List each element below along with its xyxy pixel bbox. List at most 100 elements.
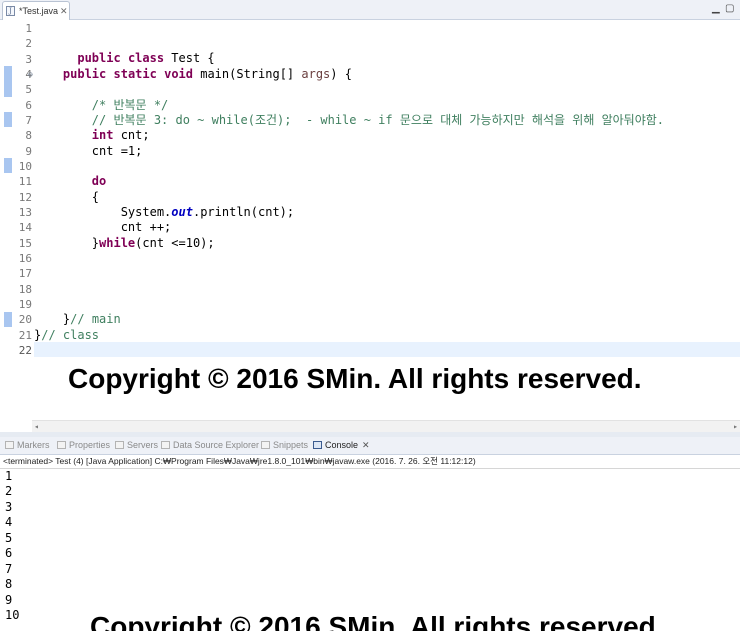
console-output[interactable]: 1 2 3 4 5 6 7 8 9 10 Copyright © 2016 SM… [0, 468, 740, 631]
tab-label: Data Source Explorer [173, 440, 260, 450]
java-file-icon: J [6, 6, 15, 16]
code-line: }// main [34, 312, 121, 327]
code-editor[interactable]: 1 2 3 4 5 6 7 8 9 10 11 12 13 14 15 16 1… [0, 20, 740, 432]
code-text: } [91, 236, 100, 250]
properties-icon [57, 441, 66, 449]
code-line: }while(cnt <=10); [34, 236, 215, 251]
line-number: 16 [18, 252, 32, 265]
scroll-right-icon[interactable]: ▸ [733, 421, 738, 432]
line-number: 20 [18, 313, 32, 326]
tab-console[interactable]: Console ✕ [313, 437, 370, 454]
keyword: do [91, 174, 107, 188]
keyword: class [127, 51, 165, 66]
keyword: public [62, 67, 107, 81]
tab-markers[interactable]: Markers [5, 437, 50, 454]
close-icon[interactable]: ✕ [60, 2, 68, 20]
code-line: }// class [34, 328, 99, 343]
code-area[interactable]: public class Test { public static void m… [34, 20, 740, 420]
console-line: 7 [5, 562, 13, 576]
line-number: 18 [18, 283, 32, 296]
code-text: cnt ++; [120, 220, 172, 234]
code-line: { [34, 190, 99, 205]
console-process-label: <terminated> Test (4) [Java Application]… [3, 456, 476, 466]
line-number: 19 [18, 298, 32, 311]
line-number: 21 [18, 329, 32, 342]
code-text: main(String[] [193, 67, 302, 81]
keyword: void [164, 67, 193, 81]
comment: // 반복문 3: do ~ while(조건); - while ~ if 문… [91, 113, 665, 127]
keyword: int [91, 128, 114, 142]
code-text: cnt; [113, 128, 150, 142]
line-number: 3 [25, 53, 32, 66]
code-line: public class Test { [34, 36, 214, 65]
code-line: int cnt; [34, 128, 150, 143]
console-line: 10 [5, 608, 20, 622]
keyword: public [77, 51, 121, 66]
snippets-icon [261, 441, 270, 449]
code-text: ) { [330, 67, 352, 81]
collapse-icon[interactable]: ⊖ [28, 70, 33, 80]
code-line: System.out.println(cnt); [34, 205, 294, 220]
keyword: static [113, 67, 157, 81]
tab-data-source-explorer[interactable]: Data Source Explorer [161, 437, 259, 454]
console-line: 4 [5, 515, 13, 529]
code-text: cnt =1; [91, 144, 143, 158]
console-line: 2 [5, 484, 13, 498]
code-line: cnt =1; [34, 144, 143, 159]
database-icon [161, 441, 170, 449]
copyright-watermark: Copyright © 2016 SMin. All rights reserv… [90, 611, 664, 631]
line-number: 15 [18, 237, 32, 250]
tab-label: Snippets [273, 440, 309, 450]
scroll-left-icon[interactable]: ◂ [34, 421, 39, 432]
line-number: 22 [18, 344, 32, 357]
markers-icon [5, 441, 14, 449]
line-number: 6 [25, 99, 32, 112]
editor-tab-test-java[interactable]: J *Test.java ✕ [2, 1, 70, 20]
horizontal-scrollbar[interactable]: ◂ ▸ [32, 420, 740, 432]
code-text: .println(cnt); [192, 205, 295, 219]
console-line: 5 [5, 531, 13, 545]
line-number: 7 [25, 114, 32, 127]
tab-label: Markers [17, 440, 50, 450]
console-line: 1 [5, 469, 13, 483]
comment: // class [41, 328, 100, 342]
console-line: 8 [5, 577, 13, 591]
code-line: public static void main(String[] args) { [34, 67, 352, 82]
maximize-icon[interactable]: ▢ [725, 2, 734, 16]
editor-tab-bar: J *Test.java ✕ ▁ ▢ [0, 0, 740, 20]
line-number: 12 [18, 191, 32, 204]
code-line: do [34, 174, 106, 189]
tab-snippets[interactable]: Snippets [261, 437, 308, 454]
tab-label: Properties [69, 440, 111, 450]
servers-icon [115, 441, 124, 449]
parameter-name: args [301, 67, 331, 81]
comment: // main [70, 312, 121, 326]
line-number: 5 [25, 83, 32, 96]
line-number-gutter[interactable]: 1 2 3 4 5 6 7 8 9 10 11 12 13 14 15 16 1… [4, 20, 33, 420]
code-text: { [91, 190, 100, 204]
minimize-icon[interactable]: ▁ [712, 2, 720, 16]
tab-label: Console [325, 440, 359, 450]
code-text: System. [120, 205, 172, 219]
tab-servers[interactable]: Servers [115, 437, 158, 454]
views-tab-bar: Markers Properties Servers Data Source E… [0, 437, 740, 455]
static-field: out [171, 205, 193, 219]
line-number: 10 [18, 160, 32, 173]
copyright-watermark: Copyright © 2016 SMin. All rights reserv… [68, 363, 642, 394]
keyword: while [99, 236, 136, 250]
line-number: 8 [25, 129, 32, 142]
code-text: (cnt <=10); [135, 236, 215, 250]
console-line: 9 [5, 593, 13, 607]
tab-properties[interactable]: Properties [57, 437, 110, 454]
editor-tab-label: *Test.java [19, 6, 59, 16]
line-number: 9 [25, 145, 32, 158]
console-line: 3 [5, 500, 13, 514]
code-line: cnt ++; [34, 220, 172, 235]
code-line: // 반복문 3: do ~ while(조건); - while ~ if 문… [34, 113, 664, 128]
comment: /* 반복문 */ [91, 98, 169, 112]
code-text: Test { [164, 51, 215, 66]
close-icon[interactable]: ✕ [362, 440, 370, 450]
line-number: 14 [18, 221, 32, 234]
line-number: 11 [18, 175, 32, 188]
line-number: 2 [25, 37, 32, 50]
